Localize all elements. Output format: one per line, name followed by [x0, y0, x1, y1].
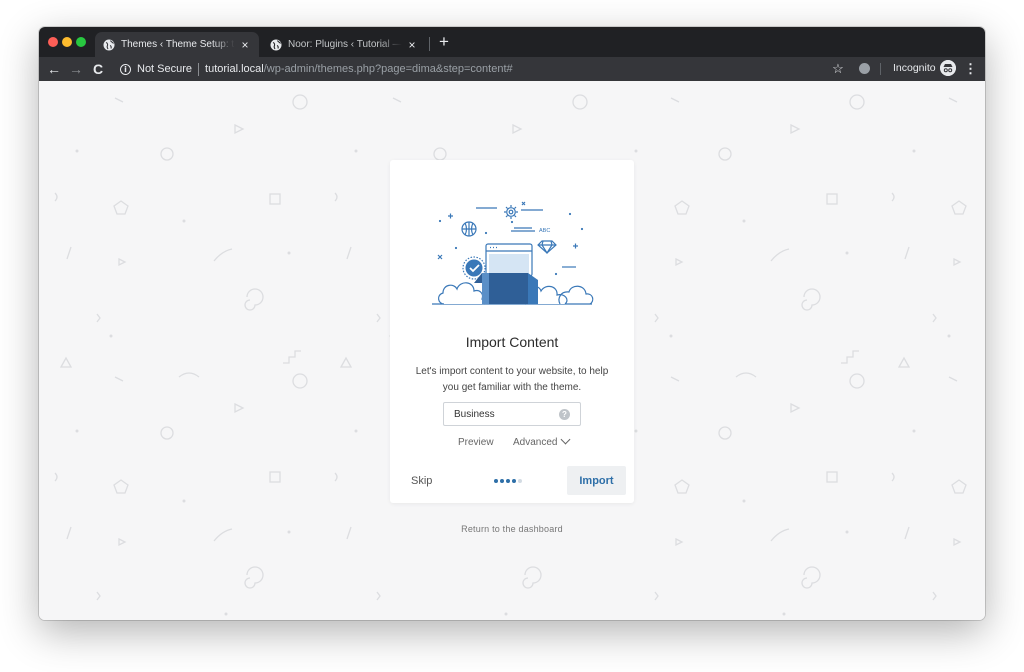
help-icon[interactable]: ? [559, 408, 570, 420]
back-button[interactable]: ← [44, 59, 64, 79]
incognito-label: Incognito [893, 62, 936, 74]
content-type-select[interactable]: Business ? [443, 402, 581, 426]
url-divider [198, 62, 200, 76]
incognito-icon[interactable] [940, 60, 956, 76]
info-icon[interactable]: i [120, 63, 131, 75]
step-progress-dots [494, 479, 522, 483]
forward-button[interactable]: → [66, 59, 86, 79]
minimize-window-button[interactable] [62, 37, 72, 47]
reload-button[interactable]: C [88, 59, 108, 79]
advanced-toggle[interactable]: Advanced [513, 434, 571, 448]
progress-dot [494, 479, 498, 483]
progress-dot [506, 479, 510, 483]
browser-toolbar: ← → C i Not Secure tutorial.local /wp-ad… [39, 57, 985, 81]
advanced-label: Advanced [513, 437, 558, 448]
tab-divider [429, 37, 430, 51]
illustration-abc-text: ABC [539, 228, 550, 234]
import-content-card: ABC Import Content Let's import content … [390, 160, 634, 503]
tab-close-icon[interactable]: × [239, 38, 251, 52]
menu-icon[interactable]: ⋮ [964, 60, 977, 78]
toolbar-divider [880, 63, 881, 75]
select-value: Business [454, 408, 495, 420]
address-bar[interactable]: i Not Secure tutorial.local /wp-admin/th… [112, 59, 852, 79]
page-content: ABC Import Content Let's import content … [39, 81, 985, 620]
url-path: /wp-admin/themes.php?page=dima&step=cont… [263, 63, 513, 75]
progress-dot [512, 479, 516, 483]
close-window-button[interactable] [48, 37, 58, 47]
security-label: Not Secure [137, 63, 193, 75]
preview-link[interactable]: Preview [458, 437, 494, 448]
globe-icon [103, 39, 115, 50]
browser-window: Themes ‹ Theme Setup: tutorial × Noor: P… [39, 27, 985, 620]
zoom-window-button[interactable] [76, 37, 86, 47]
bookmark-star-icon[interactable]: ☆ [829, 60, 847, 78]
tab-strip: Themes ‹ Theme Setup: tutorial × Noor: P… [39, 27, 985, 57]
globe-icon [270, 39, 282, 50]
card-description: Let's import content to your website, to… [415, 366, 609, 393]
skip-button[interactable]: Skip [411, 475, 432, 487]
progress-dot [518, 479, 522, 483]
progress-dot [500, 479, 504, 483]
tab-close-icon[interactable]: × [406, 38, 418, 52]
card-footer: Skip Import [390, 460, 634, 503]
tab-plugins[interactable]: Noor: Plugins ‹ Tutorial — WordPress × [262, 32, 426, 57]
import-button[interactable]: Import [567, 466, 626, 495]
card-title: Import Content [465, 334, 559, 350]
return-dashboard-link[interactable]: Return to the dashboard [39, 524, 985, 534]
tab-themes[interactable]: Themes ‹ Theme Setup: tutorial × [95, 32, 259, 57]
url-host: tutorial.local [205, 63, 264, 75]
extension-icon[interactable] [859, 63, 870, 74]
new-tab-button[interactable]: + [436, 32, 452, 52]
chevron-down-icon [561, 434, 571, 445]
tab-title: Noor: Plugins ‹ Tutorial — WordPress [288, 39, 402, 50]
tab-title: Themes ‹ Theme Setup: tutorial [121, 39, 235, 50]
import-illustration: ABC [432, 201, 594, 305]
